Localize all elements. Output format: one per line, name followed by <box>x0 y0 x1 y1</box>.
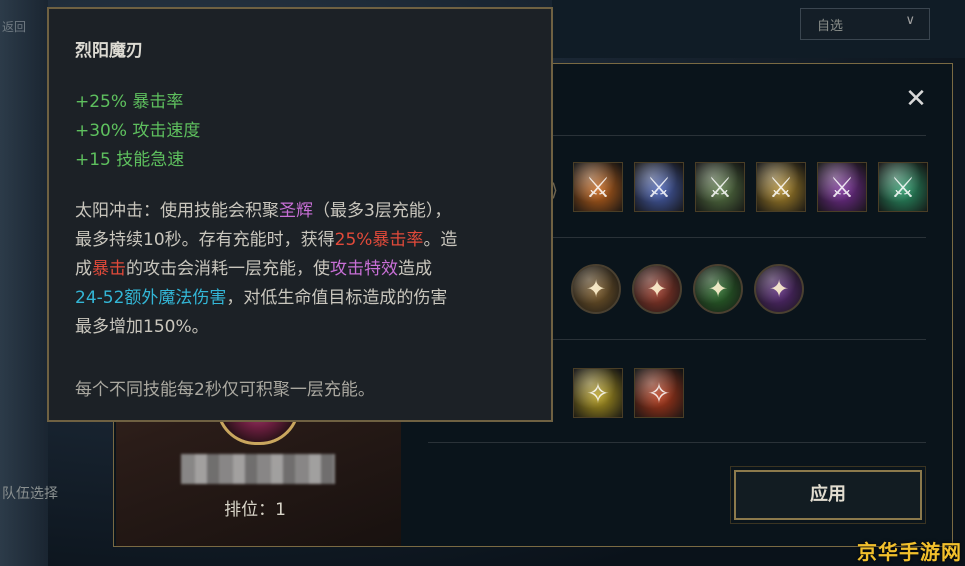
apply-button[interactable]: 应用 <box>734 470 922 520</box>
watermark: 京华手游网 <box>853 533 965 566</box>
chevron-down-icon: ∨ <box>905 13 915 28</box>
icon-glyph: ⚔ <box>585 170 611 204</box>
desc-text: （最多3层充能）， <box>313 201 452 221</box>
item-tooltip: 烈阳魔刃 +25% 暴击率 +30% 攻击速度 +15 技能急速 太阳冲击：使用… <box>47 7 553 422</box>
purple-scythe-icon[interactable]: ⚔ <box>817 162 867 212</box>
icon-glyph: ✦ <box>646 275 668 303</box>
blade-blue-icon[interactable]: ⚔ <box>634 162 684 212</box>
icon-glyph: ✧ <box>647 376 671 410</box>
desc-text: 成 <box>75 259 92 279</box>
icon-glyph: ✧ <box>586 376 610 410</box>
desc-text: 太阳冲击：使用技能会积聚 <box>75 201 279 221</box>
infinity-edge-orange-icon[interactable]: ⚔ <box>573 162 623 212</box>
desc-text: 最多增加150%。 <box>75 317 209 337</box>
tooltip-title: 烈阳魔刃 <box>75 41 143 61</box>
desc-highlight: 暴击 <box>92 259 126 279</box>
triumph-icon[interactable]: ✦ <box>632 264 682 314</box>
ignite-icon[interactable]: ✧ <box>634 368 684 418</box>
tooltip-footer: 每个不同技能每2秒仅可积聚一层充能。 <box>75 380 375 400</box>
left-strip <box>0 0 48 566</box>
icon-glyph: ⚔ <box>768 170 794 204</box>
last-stand-purple-icon[interactable]: ✦ <box>754 264 804 314</box>
icon-glyph: ✦ <box>707 275 729 303</box>
tooltip-stat: +30% 攻击速度 <box>75 121 201 141</box>
icon-glyph: ⚔ <box>890 170 916 204</box>
golden-sword-icon[interactable]: ⚔ <box>756 162 806 212</box>
desc-text: 最多持续10秒。存有充能时，获得 <box>75 230 335 250</box>
desc-highlight: 攻击特效 <box>330 259 398 279</box>
rank-label: 排位：1 <box>224 500 286 520</box>
icon-glyph: ⚔ <box>646 170 672 204</box>
desc-text: 的攻击会消耗一层充能，使 <box>126 259 330 279</box>
team-select-label: 队伍选择 <box>2 486 58 502</box>
tooltip-stat: +25% 暴击率 <box>75 92 184 112</box>
desc-text: ，对低生命值目标造成的伤害 <box>226 288 448 308</box>
icon-glyph: ✦ <box>585 275 607 303</box>
icon-glyph: ⚔ <box>707 170 733 204</box>
armored-hero-icon[interactable]: ⚔ <box>695 162 745 212</box>
desc-text: 造成 <box>398 259 432 279</box>
tooltip-stat: +15 技能急速 <box>75 150 185 170</box>
watermark-text: 京华手游网 <box>857 540 962 564</box>
desc-highlight: 25%暴击率 <box>334 230 424 250</box>
mode-dropdown[interactable]: 自选 ∨ <box>800 8 930 40</box>
close-icon[interactable]: ✕ <box>903 86 929 112</box>
flash-icon[interactable]: ✧ <box>573 368 623 418</box>
green-blade-icon[interactable]: ⚔ <box>878 162 928 212</box>
tooltip-description: 太阳冲击：使用技能会积聚圣辉（最多3层充能）， 最多持续10秒。存有充能时，获得… <box>75 197 535 342</box>
desc-text: 。造 <box>423 230 458 250</box>
legend-green-icon[interactable]: ✦ <box>693 264 743 314</box>
precision-keystone-icon[interactable]: ✦ <box>571 264 621 314</box>
divider <box>428 442 926 443</box>
player-name-blurred <box>181 454 335 484</box>
icon-glyph: ✦ <box>768 275 790 303</box>
back-label[interactable]: 返回 <box>2 18 26 35</box>
icon-glyph: ⚔ <box>829 170 855 204</box>
mode-dropdown-label: 自选 <box>817 19 844 34</box>
desc-highlight: 24-52额外魔法伤害 <box>75 288 227 308</box>
desc-highlight: 圣辉 <box>279 201 313 221</box>
